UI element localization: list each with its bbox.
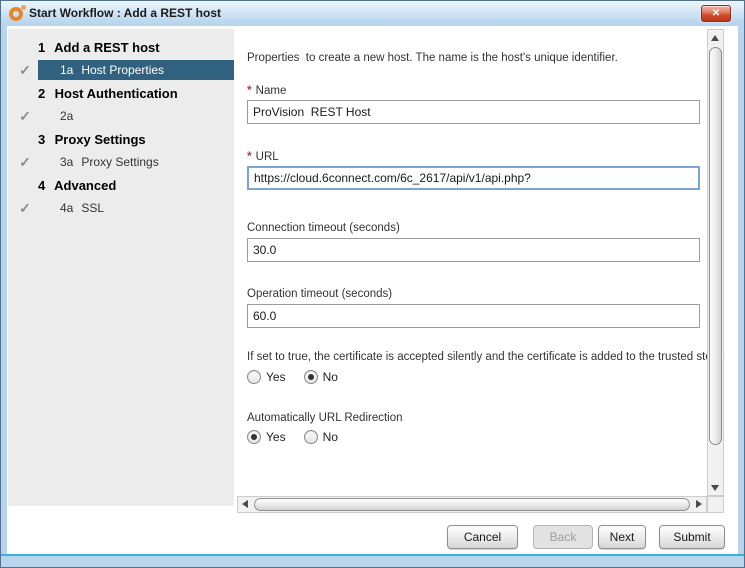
- certificate-description: If set to true, the certificate is accep…: [247, 351, 725, 363]
- vertical-scrollbar[interactable]: [707, 29, 724, 496]
- titlebar[interactable]: Start Workflow : Add a REST host ✕: [1, 1, 744, 26]
- step-number: 1: [38, 37, 51, 59]
- step-header-4: 4 Advanced: [8, 175, 234, 198]
- start-workflow-dialog: Start Workflow : Add a REST host ✕ 1 Add…: [0, 0, 745, 568]
- close-button[interactable]: ✕: [701, 5, 731, 22]
- submit-button[interactable]: Submit: [659, 525, 725, 549]
- window-title: Start Workflow : Add a REST host: [29, 1, 221, 26]
- scroll-down-button[interactable]: [708, 480, 723, 495]
- close-icon: ✕: [712, 8, 720, 19]
- arrow-up-icon: [711, 35, 719, 41]
- horizontal-scrollbar-thumb[interactable]: [254, 498, 690, 511]
- redirect-yes-label: Yes: [266, 430, 286, 444]
- step-header-3: 3 Proxy Settings: [8, 129, 234, 152]
- substep-number: 2a: [60, 106, 78, 126]
- step-number: 2: [38, 83, 51, 105]
- redirect-no-radio[interactable]: [304, 430, 318, 444]
- connection-timeout-input[interactable]: [247, 238, 700, 262]
- operation-timeout-label: Operation timeout (seconds): [247, 288, 392, 300]
- scrollbar-corner: [707, 496, 724, 513]
- substep-label: Proxy Settings: [81, 155, 158, 169]
- arrow-left-icon: [242, 500, 248, 508]
- check-icon: ✓: [16, 106, 34, 126]
- certificate-yes-label: Yes: [266, 370, 286, 384]
- scroll-left-button[interactable]: [238, 497, 253, 512]
- window-bottom-accent: [1, 554, 744, 556]
- step-header-2: 2 Host Authentication: [8, 83, 234, 106]
- substep-number: 1a: [60, 60, 78, 80]
- substep-host-authentication[interactable]: ✓ 2a: [8, 106, 234, 129]
- orchestrator-dot-icon: [21, 5, 26, 10]
- check-icon: ✓: [16, 60, 34, 80]
- step-header-1: 1 Add a REST host: [8, 37, 234, 60]
- back-button[interactable]: Back: [533, 525, 593, 549]
- step-title: Host Authentication: [55, 86, 178, 101]
- substep-label: Host Properties: [81, 63, 164, 77]
- name-input[interactable]: [247, 100, 700, 124]
- redirect-label: Automatically URL Redirection: [247, 412, 403, 424]
- certificate-no-label: No: [323, 370, 338, 384]
- arrow-down-icon: [711, 485, 719, 491]
- certificate-no-radio[interactable]: [304, 370, 318, 384]
- url-input[interactable]: [247, 166, 700, 190]
- vertical-scrollbar-thumb[interactable]: [709, 47, 722, 445]
- substep-host-properties[interactable]: ✓ 1a Host Properties: [8, 60, 234, 83]
- certificate-yes-radio[interactable]: [247, 370, 261, 384]
- substep-proxy-settings[interactable]: ✓ 3a Proxy Settings: [8, 152, 234, 175]
- check-icon: ✓: [16, 152, 34, 172]
- scroll-right-button[interactable]: [691, 497, 706, 512]
- certificate-radio-group: Yes No: [247, 370, 338, 384]
- url-label: * URL: [247, 149, 279, 163]
- step-title: Proxy Settings: [55, 132, 146, 147]
- step-number: 4: [38, 175, 51, 197]
- step-title: Advanced: [54, 178, 116, 193]
- name-label: * Name: [247, 83, 286, 97]
- next-button[interactable]: Next: [598, 525, 646, 549]
- substep-label: SSL: [81, 201, 104, 215]
- orchestrator-logo-icon: [9, 5, 26, 22]
- connection-timeout-label: Connection timeout (seconds): [247, 222, 400, 234]
- step-title: Add a REST host: [54, 40, 159, 55]
- horizontal-scrollbar[interactable]: [237, 496, 707, 513]
- arrow-right-icon: [696, 500, 702, 508]
- substep-number: 4a: [60, 198, 78, 218]
- cancel-button[interactable]: Cancel: [447, 525, 518, 549]
- check-icon: ✓: [16, 198, 34, 218]
- substep-number: 3a: [60, 152, 78, 172]
- required-asterisk-icon: *: [247, 83, 252, 97]
- redirect-no-label: No: [323, 430, 338, 444]
- form-description: Properties to create a new host. The nam…: [247, 52, 618, 64]
- substep-ssl[interactable]: ✓ 4a SSL: [8, 198, 234, 221]
- step-number: 3: [38, 129, 51, 151]
- required-asterisk-icon: *: [247, 149, 252, 163]
- operation-timeout-input[interactable]: [247, 304, 700, 328]
- redirect-radio-group: Yes No: [247, 430, 338, 444]
- scroll-up-button[interactable]: [708, 30, 723, 45]
- dialog-body: 1 Add a REST host ✓ 1a Host Properties 2…: [7, 26, 738, 554]
- workflow-steps-sidebar: 1 Add a REST host ✓ 1a Host Properties 2…: [8, 29, 234, 506]
- host-properties-form: Properties to create a new host. The nam…: [240, 26, 702, 513]
- redirect-yes-radio[interactable]: [247, 430, 261, 444]
